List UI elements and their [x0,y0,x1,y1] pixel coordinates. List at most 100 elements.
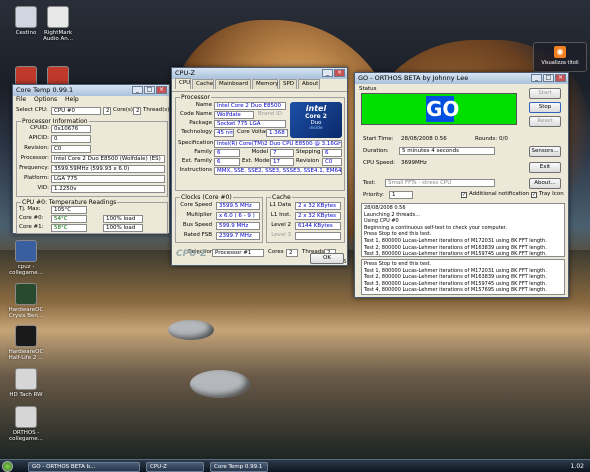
instructions-label: Instructions [179,167,212,173]
package-value: Socket 775 LGA [214,120,286,128]
minimize-button[interactable]: _ [132,86,143,94]
log-line: Test 3, 800000 Lucas-Lehmer iterations o… [364,280,547,287]
orthos-shortcut-icon [15,406,37,428]
rss-gadget[interactable]: ◉ Visualizza titoli [533,42,587,72]
info-value: 0x10676 [51,125,91,133]
info-label: Processor: [20,155,49,161]
technology-value: 45 nm [214,129,234,137]
log-line: Press Stop to end this test. [364,261,432,267]
test-dropdown[interactable]: Small FFTs - stress CPU [385,179,495,187]
tab-about[interactable]: About [298,79,320,89]
code-name: Wolfdale [214,111,254,119]
ext-model-label: Ext. Model [242,158,271,164]
taskbar-button[interactable]: CPU-Z [146,462,204,472]
model-value: 7 [270,149,294,157]
info-value: C0 [51,145,91,153]
code-name-label: Code Name [179,111,212,117]
minimize-button[interactable]: _ [322,69,333,77]
clock-label: Multiplier [186,212,212,218]
cache-label: Level 3 [271,232,291,238]
revision-label: Revision [296,158,319,164]
log-cpu0[interactable]: 28/08/2008 0.56 Launching 2 threads... Usi… [361,203,565,257]
log-line: Launching 2 threads... [364,211,420,218]
tab-cache[interactable]: Cache [192,79,214,89]
log-line: Using CPU #0 [364,218,399,225]
log-cpu1[interactable]: Press Stop to end this test. Test 1, 8000… [361,259,565,295]
cache-label: L1 Data [269,202,291,208]
info-value: LGA 775 [51,175,165,183]
priority-label: Priority: [363,192,385,198]
group-label: Cache [271,194,292,201]
clock-value: 599.9 MHz [216,222,260,230]
tab-spd[interactable]: SPD [279,79,297,89]
sensors-button[interactable]: Sensors... [529,146,561,157]
ok-button[interactable]: OK [310,253,344,264]
exit-button[interactable]: Exit [529,162,561,173]
desktop-icon[interactable]: HardwareOC Half-Life 2 ... [4,325,48,361]
tjmax-label: Tj. Max: [19,206,41,212]
select-cpu-dropdown[interactable]: CPU #0 [51,107,101,115]
desktop-icon[interactable]: ORTHOS - collegame... [4,406,48,442]
cpuz-tabs: CPU Cache Mainboard Memory SPD About [172,78,347,91]
maximize-button[interactable]: □ [543,74,554,82]
info-value: 3599.59MHz (599.93 x 6.0) [51,165,165,173]
desktop-icon-label: cpuz - collegame... [9,264,43,276]
cores-count: 2 [103,107,111,115]
cpu-speed-value: 3699MHz [401,160,427,166]
desktop-icon[interactable]: HD Tach RW [4,368,48,398]
info-label: APICID: [28,135,49,141]
hdtach-icon [15,368,37,390]
taskbar-clock[interactable]: 1.02 [571,463,584,470]
model-label: Model [251,149,268,155]
core-load-value: 100% load [103,215,143,223]
brand-id-label: Brand ID [258,111,282,117]
maximize-button[interactable]: □ [144,86,155,94]
menu-options[interactable]: Options [34,96,57,103]
clock-value: 2399.7 MHz [216,232,260,240]
desktop-icon[interactable]: RightMark Audio An... [36,6,80,42]
cache-group: Cache L1 Data 2 x 32 KBytes L1 Inst. 2 x 32… [266,194,345,243]
tab-memory[interactable]: Memory [252,79,278,89]
desktop-icon[interactable]: cpuz - collegame... [4,240,48,276]
info-label: Revision: [24,145,49,151]
stepping-value: 6 [322,149,342,157]
taskbar-button[interactable]: Core Temp 0.99.1 [210,462,268,472]
tray-icon-checkbox[interactable]: ✓ [531,192,537,198]
cache-label: Level 2 [271,222,291,228]
info-value: Intel Core 2 Duo E8500 (Wolfdale) (ES) [51,155,165,163]
desktop-icon-label: HD Tach RW [9,392,43,398]
start-button[interactable]: Start [529,88,561,99]
status-label: Status [359,86,377,92]
close-button[interactable]: × [555,74,566,82]
priority-dropdown[interactable]: 1 [389,191,413,199]
logo-intel-text: intel [305,104,327,113]
specification-label: Specification [178,140,214,146]
cores-label: Core(s) [113,107,133,113]
audio-analyzer-icon [47,6,69,28]
start-orb[interactable] [2,461,13,472]
ext-family-value: 6 [214,158,240,166]
processor-info-group: Processor Information CPUID: 0x10676 APICI… [16,118,168,197]
coretemp-window: Core Temp 0.99.1 _ □ × File Options Help… [12,84,170,234]
desktop-icon-label: HardwareOC Crysis Ben... [8,307,44,319]
menu-help[interactable]: Help [65,96,79,103]
selection-dropdown[interactable]: Processor #1 [212,249,264,257]
tab-mainboard[interactable]: Mainboard [215,79,251,89]
minimize-button[interactable]: _ [531,74,542,82]
info-label: Platform: [23,175,49,181]
taskbar-button[interactable]: GO - ORTHOS BETA b... [28,462,140,472]
stop-button[interactable]: Stop [529,102,561,113]
orthos-titlebar[interactable]: GO - ORTHOS BETA by Johnny Lee _ □ × [355,73,568,84]
log-line: 28/08/2008 0.56 [364,205,406,211]
coretemp-titlebar[interactable]: Core Temp 0.99.1 _ □ × [13,85,169,96]
reset-button[interactable]: Reset [529,116,561,127]
threads-label: Thread(s) [143,107,170,113]
desktop-icon[interactable]: HardwareOC Crysis Ben... [4,283,48,319]
about-button[interactable]: About... [529,178,561,189]
tab-cpu[interactable]: CPU [175,78,191,89]
cpuz-titlebar[interactable]: CPU-Z _ × [172,68,347,79]
close-button[interactable]: × [156,86,167,94]
notification-checkbox[interactable]: ✓ [461,192,467,198]
menu-file[interactable]: File [16,96,26,103]
close-button[interactable]: × [334,69,345,77]
